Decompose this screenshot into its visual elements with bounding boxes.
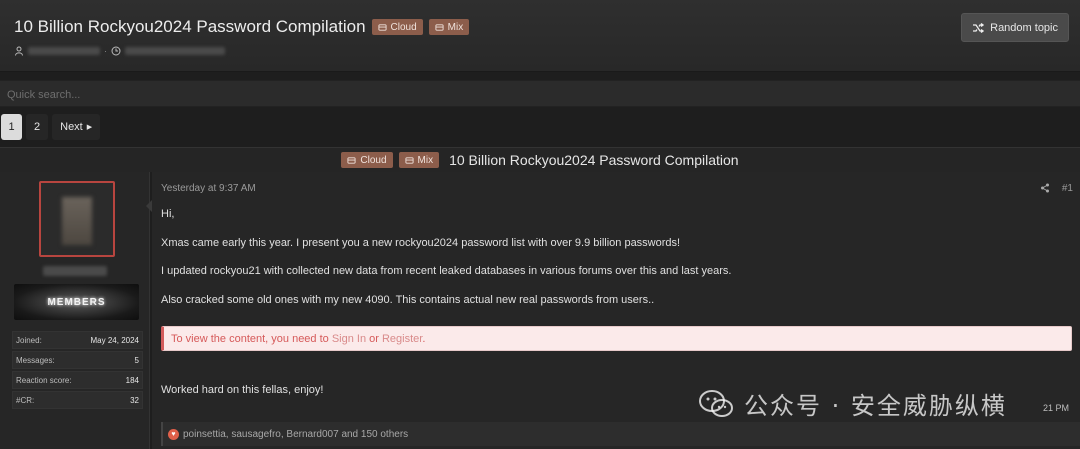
- stat-label: Joined:: [16, 335, 42, 345]
- prefix-label: Cloud: [390, 21, 417, 33]
- search-placeholder: Quick search...: [7, 89, 81, 101]
- prefix-label: Cloud: [360, 154, 387, 166]
- wechat-watermark: 公众号 · 安全威胁纵横: [698, 386, 1007, 421]
- reactions-text[interactable]: poinsettia, sausagefro, Bernard007 and 1…: [183, 429, 408, 440]
- post-date[interactable]: Yesterday at 9:37 AM: [161, 183, 256, 194]
- post-line: I updated rockyou21 with collected new d…: [161, 265, 732, 277]
- user-stats: Joined: May 24, 2024 Messages: 5 Reactio…: [12, 331, 143, 411]
- thread-header: 10 Billion Rockyou2024 Password Compilat…: [0, 0, 1080, 72]
- prefix-mix[interactable]: Mix: [428, 19, 470, 35]
- stat-value: 5: [134, 355, 139, 365]
- stat-label: #CR:: [16, 395, 35, 405]
- avatar[interactable]: [39, 181, 115, 257]
- wechat-logo-icon: [699, 389, 733, 417]
- user-panel: MEMBERS Joined: May 24, 2024 Messages: 5…: [0, 172, 150, 449]
- page-2-button[interactable]: 2: [26, 114, 49, 140]
- share-icon[interactable]: [1040, 183, 1050, 193]
- clock-icon: [111, 46, 121, 56]
- random-topic-label: Random topic: [990, 21, 1058, 34]
- stat-value: 184: [125, 375, 139, 385]
- title-row: 10 Billion Rockyou2024 Password Compilat…: [14, 17, 470, 37]
- stat-value: May 24, 2024: [90, 335, 139, 345]
- meta-separator: ·: [104, 46, 107, 56]
- stat-cr: #CR: 32: [12, 391, 143, 409]
- partial-timestamp: 21 PM: [1043, 403, 1070, 413]
- author-name-redacted[interactable]: [28, 47, 100, 55]
- prefix-label: Mix: [447, 21, 464, 33]
- reactions-bar[interactable]: ♥ poinsettia, sausagefro, Bernard007 and…: [161, 422, 1080, 446]
- shuffle-icon: [973, 22, 985, 33]
- post-line: Xmas came early this year. I present you…: [161, 237, 681, 249]
- username-redacted[interactable]: [43, 266, 107, 276]
- register-link[interactable]: Register: [382, 333, 422, 345]
- prefix-cloud[interactable]: Cloud: [371, 19, 423, 35]
- next-page-button[interactable]: Next ▶: [52, 114, 101, 140]
- post-line: Worked hard on this fellas, enjoy!: [161, 384, 324, 396]
- stat-messages: Messages: 5: [12, 351, 143, 369]
- stat-joined: Joined: May 24, 2024: [12, 331, 143, 349]
- notice-period: .: [422, 333, 426, 345]
- user-icon: [15, 46, 23, 56]
- post-number[interactable]: #1: [1062, 183, 1073, 194]
- next-label: Next: [60, 121, 83, 133]
- page-title: 10 Billion Rockyou2024 Password Compilat…: [14, 17, 366, 36]
- quick-search-input[interactable]: Quick search...: [0, 80, 1080, 107]
- thread-title-bar: Cloud Mix 10 Billion Rockyou2024 Passwor…: [0, 147, 1080, 172]
- notice-or: or: [366, 333, 382, 345]
- notice-text: To view the content, you need to: [171, 333, 332, 345]
- thread-date-redacted[interactable]: [125, 47, 225, 55]
- user-banner: MEMBERS: [14, 284, 139, 320]
- prefix-mix[interactable]: Mix: [398, 152, 440, 168]
- hidden-content-notice: To view the content, you need to Sign In…: [161, 326, 1072, 351]
- prefix-cloud[interactable]: Cloud: [341, 152, 393, 168]
- tag-icon: [377, 23, 387, 31]
- post-arrow: [146, 200, 152, 212]
- heart-icon: ♥: [168, 428, 179, 440]
- stat-reaction-score: Reaction score: 184: [12, 371, 143, 389]
- stat-label: Messages:: [16, 355, 55, 365]
- prefix-label: Mix: [417, 154, 434, 166]
- page-1-button[interactable]: 1: [1, 114, 22, 140]
- banner-text: MEMBERS: [47, 296, 106, 308]
- avatar-image-redacted: [62, 197, 92, 245]
- pagination: 1 2 Next ▶: [1, 114, 101, 140]
- random-topic-button[interactable]: Random topic: [961, 13, 1069, 42]
- stat-label: Reaction score:: [16, 375, 72, 385]
- stat-value: 32: [130, 395, 139, 405]
- tag-icon: [347, 156, 356, 164]
- tag-icon: [404, 156, 414, 164]
- post-line: Hi,: [161, 208, 175, 220]
- sign-in-link[interactable]: Sign In: [332, 333, 366, 345]
- tag-icon: [435, 23, 444, 31]
- caret-right-icon: ▶: [86, 124, 93, 131]
- thread-meta: ·: [14, 46, 225, 56]
- thread-title: 10 Billion Rockyou2024 Password Compilat…: [449, 152, 739, 168]
- watermark-text: 公众号 · 安全威胁纵横: [744, 392, 1007, 420]
- post-line: Also cracked some old ones with my new 4…: [161, 294, 655, 306]
